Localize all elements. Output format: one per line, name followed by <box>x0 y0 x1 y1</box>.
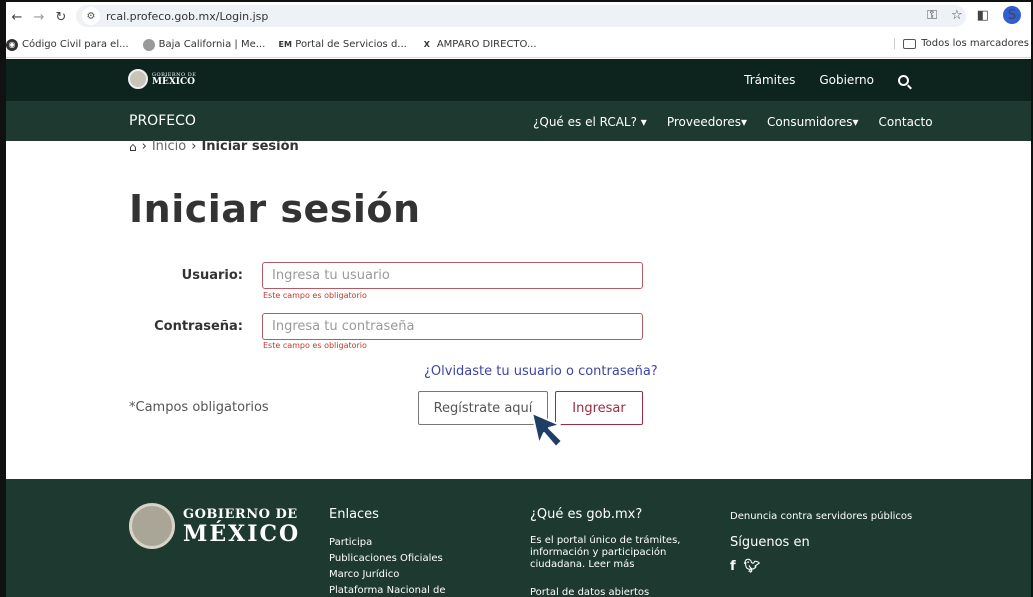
seal-icon <box>128 69 148 89</box>
nav-item-consumidores[interactable]: Consumidores▾ <box>767 115 859 129</box>
folder-icon <box>903 38 917 49</box>
home-icon[interactable]: ⌂ <box>129 140 137 154</box>
footer-social-column: Denuncia contra servidores públicos Sígu… <box>730 509 912 575</box>
bookmark-item[interactable]: X AMPARO DIRECTO... <box>421 39 537 51</box>
logo-line-large: MÉXICO <box>152 76 196 87</box>
key-icon[interactable]: ⚿ <box>927 8 937 23</box>
seal-icon <box>129 503 175 549</box>
footer-logo-line1: GOBIERNO DE <box>183 506 298 522</box>
breadcrumb-separator: › <box>191 139 197 154</box>
footer-about-title: ¿Qué es gob.mx? <box>530 507 643 522</box>
required-note: *Campos obligatorios <box>129 400 269 415</box>
gov-header: GOBIERNO DE MÉXICO Trámites Gobierno <box>6 59 1031 101</box>
nav-item-proveedores[interactable]: Proveedores▾ <box>667 115 747 129</box>
profile-avatar[interactable]: S <box>1003 6 1021 24</box>
footer-link[interactable]: Publicaciones Oficiales <box>329 551 446 567</box>
footer-links-title: Enlaces <box>329 507 379 522</box>
site-footer: GOBIERNO DE MÉXICO Enlaces Participa Pub… <box>6 479 1031 597</box>
bookmarks-bar: ◉ Código Civil para el... Baja California… <box>6 32 1031 58</box>
breadcrumb-home-link[interactable]: Inicio <box>152 139 186 154</box>
twitter-icon[interactable]: 🐦︎ <box>744 559 761 575</box>
footer-about-column: ¿Qué es gob.mx? Es el portal único de tr… <box>530 507 710 597</box>
seal-icon <box>142 38 155 51</box>
gov-links: Trámites Gobierno <box>744 73 909 87</box>
password-input[interactable]: Ingresa tu contraseña <box>262 313 643 340</box>
footer-link[interactable]: Marco Jurídico <box>329 567 446 583</box>
all-bookmarks[interactable]: Todos los marcadores <box>894 38 1029 49</box>
back-icon[interactable]: ← <box>6 6 28 28</box>
gov-logo[interactable]: GOBIERNO DE MÉXICO <box>128 69 196 89</box>
bookmark-label: Baja California | Me... <box>158 39 266 50</box>
gov-link-tramites[interactable]: Trámites <box>744 73 795 87</box>
register-button[interactable]: Regístrate aquí <box>418 391 548 425</box>
forward-icon[interactable]: → <box>28 6 50 28</box>
password-error: Este campo es obligatorio <box>263 341 367 350</box>
footer-about-text: Es el portal único de trámites, informac… <box>530 535 681 570</box>
breadcrumb-current: Iniciar sesión <box>201 139 299 154</box>
bookmark-label: Código Civil para el... <box>22 39 129 50</box>
reload-icon[interactable]: ↻ <box>50 6 72 28</box>
browser-actions: ⚿ ☆ ◧ S <box>927 6 1021 24</box>
social-links: f 🐦︎ <box>730 559 912 575</box>
username-label: Usuario: <box>181 268 243 283</box>
bookmark-item[interactable]: ◉ Código Civil para el... <box>6 38 129 51</box>
site-brand[interactable]: PROFECO <box>129 113 196 129</box>
footer-link[interactable]: Participa <box>329 535 446 551</box>
site-settings-icon[interactable]: ⚙ <box>82 7 100 25</box>
all-bookmarks-label: Todos los marcadores <box>921 38 1029 49</box>
nav-item-contacto[interactable]: Contacto <box>879 115 933 129</box>
bookmark-label: AMPARO DIRECTO... <box>436 39 537 50</box>
bookmark-item[interactable]: EM Portal de Servicios d... <box>279 39 407 51</box>
footer-logo-line2: MÉXICO <box>183 520 301 547</box>
globe-icon: ◉ <box>6 38 18 51</box>
url-text[interactable]: rcal.profeco.gob.mx/Login.jsp <box>106 10 268 23</box>
forgot-credentials-link[interactable]: ¿Olvidaste tu usuario o contraseña? <box>424 364 658 379</box>
breadcrumb: ⌂ › Inicio › Iniciar sesión <box>129 139 299 154</box>
facebook-icon[interactable]: f <box>730 559 736 575</box>
page-title: Iniciar sesión <box>129 187 421 231</box>
sidepanel-icon[interactable]: ◧ <box>977 8 989 23</box>
site-nav: PROFECO ¿Qué es el RCAL? ▾ Proveedores▾ … <box>6 101 1031 141</box>
portal-icon: EM <box>278 40 292 49</box>
username-input[interactable]: Ingresa tu usuario <box>262 262 643 289</box>
mouse-cursor-icon <box>531 412 563 448</box>
footer-link[interactable]: Plataforma Nacional de <box>329 583 446 597</box>
username-error: Este campo es obligatorio <box>263 291 367 300</box>
star-icon[interactable]: ☆ <box>951 8 963 23</box>
search-icon[interactable] <box>898 74 909 86</box>
bookmark-item[interactable]: Baja California | Me... <box>142 38 266 51</box>
password-placeholder: Ingresa tu contraseña <box>272 319 415 334</box>
complaint-link[interactable]: Denuncia contra servidores públicos <box>730 509 912 525</box>
open-data-link[interactable]: Portal de datos abiertos <box>530 585 710 597</box>
follow-label: Síguenos en <box>730 535 810 550</box>
footer-logo[interactable]: GOBIERNO DE MÉXICO <box>129 503 300 549</box>
nav-menu: ¿Qué es el RCAL? ▾ Proveedores▾ Consumid… <box>533 115 933 129</box>
gov-link-gobierno[interactable]: Gobierno <box>819 73 874 87</box>
footer-links-column: Enlaces Participa Publicaciones Oficiale… <box>329 507 446 597</box>
nav-item-rcal[interactable]: ¿Qué es el RCAL? ▾ <box>533 115 647 129</box>
username-placeholder: Ingresa tu usuario <box>272 268 390 283</box>
bookmark-label: Portal de Servicios d... <box>295 39 407 50</box>
address-bar[interactable]: ⚙ rcal.profeco.gob.mx/Login.jsp <box>76 5 966 27</box>
x-logo-icon: X <box>423 40 430 49</box>
password-label: Contraseña: <box>154 319 243 334</box>
breadcrumb-separator: › <box>141 139 147 154</box>
